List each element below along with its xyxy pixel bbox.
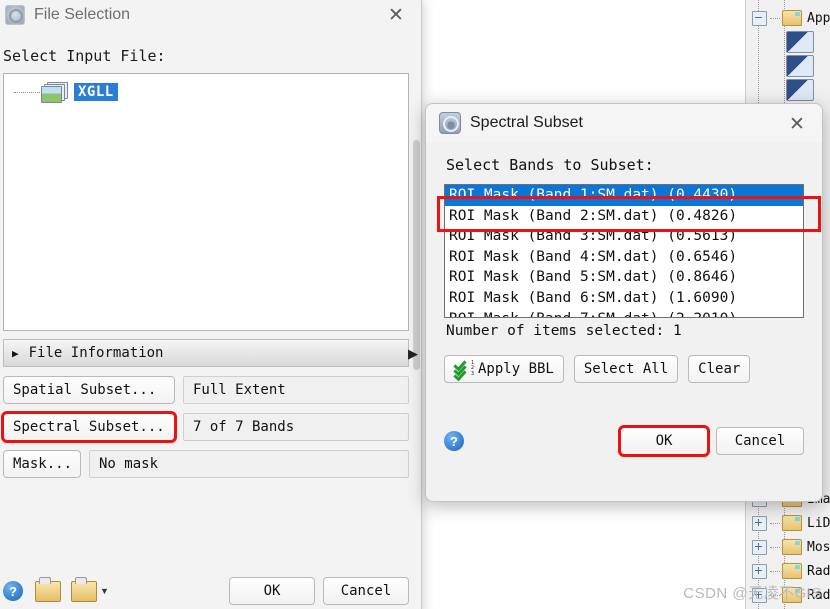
clear-button[interactable]: Clear xyxy=(688,355,751,383)
expand-plus-icon[interactable] xyxy=(752,515,767,531)
tree-item-label: Rad xyxy=(807,587,830,603)
folder-icon xyxy=(782,563,802,579)
mask-button[interactable]: Mask... xyxy=(3,450,81,478)
band-list-item[interactable]: ROI Mask (Band 4:SM.dat) (0.6546) xyxy=(445,247,803,268)
tree-item-document[interactable] xyxy=(746,78,830,102)
band-list-item[interactable]: ROI Mask (Band 7:SM.dat) (2.2010) xyxy=(445,309,803,317)
tree-connector xyxy=(770,570,780,572)
tree-item-label: LiD xyxy=(807,515,830,531)
close-icon[interactable]: ✕ xyxy=(383,3,409,27)
tree-item-mos[interactable]: Mos xyxy=(746,535,830,559)
file-selection-title: File Selection xyxy=(34,6,131,23)
file-information-label: File Information xyxy=(28,345,164,361)
chevron-right-icon[interactable]: ▶ xyxy=(12,347,19,360)
file-selection-cancel-button[interactable]: Cancel xyxy=(323,577,409,605)
spectral-subset-body: Select Bands to Subset: ROI Mask (Band 1… xyxy=(426,156,822,383)
chevron-down-icon[interactable]: ▼ xyxy=(100,586,109,596)
tree-item-app[interactable]: App xyxy=(746,6,830,30)
band-action-buttons: 123 Apply BBL Select All Clear xyxy=(444,355,804,383)
band-list-item[interactable]: ROI Mask (Band 1:SM.dat) (0.4430) xyxy=(445,185,803,206)
spectral-subset-titlebar[interactable]: Spectral Subset ✕ xyxy=(426,104,822,142)
help-icon[interactable]: ? xyxy=(444,431,464,451)
apply-bbl-button[interactable]: 123 Apply BBL xyxy=(444,355,564,383)
file-selection-window[interactable]: File Selection ✕ Select Input File: XGLL… xyxy=(0,0,422,609)
band-list-item[interactable]: ROI Mask (Band 6:SM.dat) (1.6090) xyxy=(445,288,803,309)
document-icon xyxy=(786,55,814,77)
spectral-subset-cancel-button[interactable]: Cancel xyxy=(716,427,804,455)
collapse-minus-icon[interactable] xyxy=(752,10,767,26)
open-folder-icon[interactable] xyxy=(35,576,61,602)
tree-connector xyxy=(14,91,40,93)
tree-connector xyxy=(770,17,780,19)
spectral-subset-icon xyxy=(439,112,461,134)
select-all-button[interactable]: Select All xyxy=(573,355,679,383)
tree-connector xyxy=(770,546,780,548)
tree-item-rad-2[interactable]: Rad xyxy=(746,583,830,607)
panel-scrollbar[interactable] xyxy=(413,140,420,370)
tree-item-document[interactable] xyxy=(746,54,830,78)
tree-connector xyxy=(770,594,780,596)
file-selection-footer: ? ▼ OK Cancel xyxy=(3,576,409,605)
tree-item-document[interactable] xyxy=(746,30,830,54)
selected-count-label: Number of items selected: 1 xyxy=(446,323,682,339)
band-list-item[interactable]: ROI Mask (Band 2:SM.dat) (0.4826) xyxy=(445,206,803,227)
tree-item-lid[interactable]: LiD xyxy=(746,511,830,535)
document-icon xyxy=(786,31,814,53)
spatial-subset-row: Spatial Subset... Full Extent xyxy=(3,376,409,404)
spectral-subset-value: 7 of 7 Bands xyxy=(183,413,409,441)
band-list[interactable]: ROI Mask (Band 1:SM.dat) (0.4430) ROI Ma… xyxy=(444,184,804,318)
expand-panel-arrow-icon[interactable]: ▶ xyxy=(408,346,418,362)
spectral-subset-title: Spectral Subset xyxy=(470,114,583,131)
tree-item-label: Mos xyxy=(807,539,830,555)
band-list-item[interactable]: ROI Mask (Band 5:SM.dat) (0.8646) xyxy=(445,267,803,288)
folder-icon xyxy=(782,539,802,555)
mask-value: No mask xyxy=(89,450,409,478)
file-selection-ok-button[interactable]: OK xyxy=(229,577,315,605)
expand-plus-icon[interactable] xyxy=(752,587,767,603)
tree-item-label: Rad xyxy=(807,563,830,579)
tree-item-label: App xyxy=(807,10,830,26)
file-selection-titlebar[interactable]: File Selection ✕ xyxy=(0,0,421,35)
folder-icon xyxy=(782,587,802,603)
spectral-subset-button[interactable]: Spectral Subset... xyxy=(1,411,177,443)
spectral-subset-ok-button[interactable]: OK xyxy=(618,425,710,457)
spatial-subset-value: Full Extent xyxy=(183,376,409,404)
close-icon[interactable]: ✕ xyxy=(784,112,810,136)
checklist-icon: 123 xyxy=(453,357,474,382)
spectral-subset-footer: ? OK Cancel xyxy=(444,425,804,457)
spectral-subset-row: Spectral Subset... 7 of 7 Bands xyxy=(1,411,409,443)
image-stack-icon xyxy=(41,82,68,103)
expand-plus-icon[interactable] xyxy=(752,539,767,555)
folder-icon xyxy=(782,515,802,531)
recent-folder-icon[interactable] xyxy=(71,576,97,602)
select-input-file-label: Select Input File: xyxy=(3,47,166,65)
tree-connector xyxy=(770,522,780,524)
file-selection-body: Select Input File: XGLL ▶ File Informati… xyxy=(0,47,421,478)
tree-item-xgll[interactable]: XGLL xyxy=(4,82,408,103)
tree-item-rad-1[interactable]: Rad xyxy=(746,559,830,583)
spatial-subset-button[interactable]: Spatial Subset... xyxy=(3,376,175,404)
envi-window-icon xyxy=(5,5,25,25)
folder-icon xyxy=(782,10,802,26)
tree-item-label: XGLL xyxy=(74,83,118,101)
mask-row: Mask... No mask xyxy=(3,450,409,478)
expand-plus-icon[interactable] xyxy=(752,563,767,579)
input-file-tree[interactable]: XGLL xyxy=(3,73,409,331)
spectral-subset-dialog[interactable]: Spectral Subset ✕ Select Bands to Subset… xyxy=(425,103,823,502)
apply-bbl-label: Apply BBL xyxy=(478,361,554,377)
band-list-item[interactable]: ROI Mask (Band 3:SM.dat) (0.5613) xyxy=(445,226,803,247)
file-information-section[interactable]: ▶ File Information xyxy=(3,339,409,367)
select-bands-label: Select Bands to Subset: xyxy=(446,156,654,174)
help-icon[interactable]: ? xyxy=(3,581,23,601)
document-icon xyxy=(786,79,814,101)
